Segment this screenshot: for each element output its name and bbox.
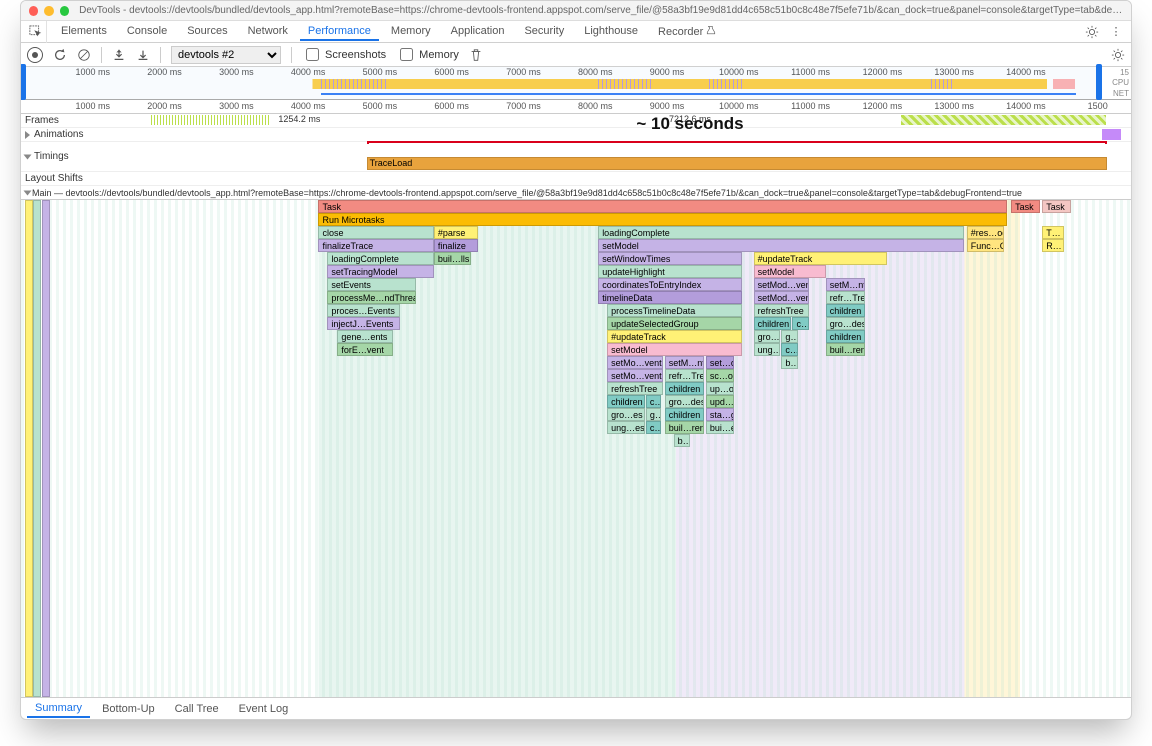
animations-track[interactable]: Animations [21,128,1131,142]
overview-minimap[interactable]: 1000 ms2000 ms3000 ms4000 ms5000 ms6000 … [21,67,1131,100]
overview-handle-right[interactable] [1096,64,1102,100]
tab-summary[interactable]: Summary [27,700,90,718]
perf-settings-icon[interactable] [1111,48,1125,62]
overview-handle-left[interactable] [20,64,26,100]
reload-icon[interactable] [53,48,67,62]
session-select[interactable]: devtools #2 [171,46,281,64]
save-profile-icon[interactable] [136,48,150,62]
tab-call-tree[interactable]: Call Tree [167,701,227,717]
tab-elements[interactable]: Elements [53,22,115,41]
tab-sources[interactable]: Sources [179,22,235,41]
overview-selection[interactable] [21,67,1101,99]
memory-checkbox[interactable]: Memory [396,45,459,64]
window-titlebar: DevTools - devtools://devtools/bundled/d… [21,1,1131,21]
tab-bottom-up[interactable]: Bottom-Up [94,701,163,717]
performance-toolbar: devtools #2 Screenshots Memory [21,43,1131,67]
minimize-window-icon[interactable] [44,6,53,16]
tab-memory[interactable]: Memory [383,22,439,41]
inspect-icon[interactable] [25,21,47,43]
trash-icon[interactable] [469,48,483,62]
layout-shifts-track[interactable]: Layout Shifts [21,172,1131,186]
close-window-icon[interactable] [29,6,38,16]
tab-performance[interactable]: Performance [300,22,379,41]
flame-task[interactable]: Task [1042,200,1071,213]
screenshots-checkbox[interactable]: Screenshots [302,45,386,64]
timeline-ruler[interactable]: 1000 ms2000 ms3000 ms4000 ms5000 ms6000 … [21,100,1131,114]
traceload-bar[interactable]: TraceLoad [367,157,1107,170]
kebab-icon[interactable]: ⋮ [1105,21,1127,43]
tab-application[interactable]: Application [443,22,513,41]
tab-lighthouse[interactable]: Lighthouse [576,22,646,41]
flame-task[interactable]: Task [1011,200,1040,213]
tab-network[interactable]: Network [240,22,296,41]
clear-icon[interactable] [77,48,91,62]
tab-console[interactable]: Console [119,22,175,41]
flame-chart[interactable]: Task Task Task Run Microtasks close #par… [21,200,1131,697]
window-title: DevTools - devtools://devtools/bundled/d… [79,5,1123,16]
frames-track[interactable]: Frames 1254.2 ms ~ 10 seconds 7212.6 ms [21,114,1131,128]
tab-security[interactable]: Security [516,22,572,41]
devtools-toolbar: Elements Console Sources Network Perform… [21,21,1131,43]
tab-event-log[interactable]: Event Log [231,701,297,717]
details-tabs: Summary Bottom-Up Call Tree Event Log [21,697,1131,719]
load-profile-icon[interactable] [112,48,126,62]
zoom-window-icon[interactable] [60,6,69,16]
panel-tabs: Elements Console Sources Network Perform… [53,22,724,41]
main-thread-header[interactable]: Main — devtools://devtools/bundled/devto… [21,186,1131,200]
timings-track[interactable]: Timings TraceLoad [21,142,1131,172]
settings-icon[interactable] [1081,21,1103,43]
record-button[interactable] [27,47,43,63]
tab-recorder[interactable]: Recorder [650,22,724,41]
flame-task[interactable]: Task [318,200,1006,213]
flame-microtasks[interactable]: Run Microtasks [318,213,1006,226]
